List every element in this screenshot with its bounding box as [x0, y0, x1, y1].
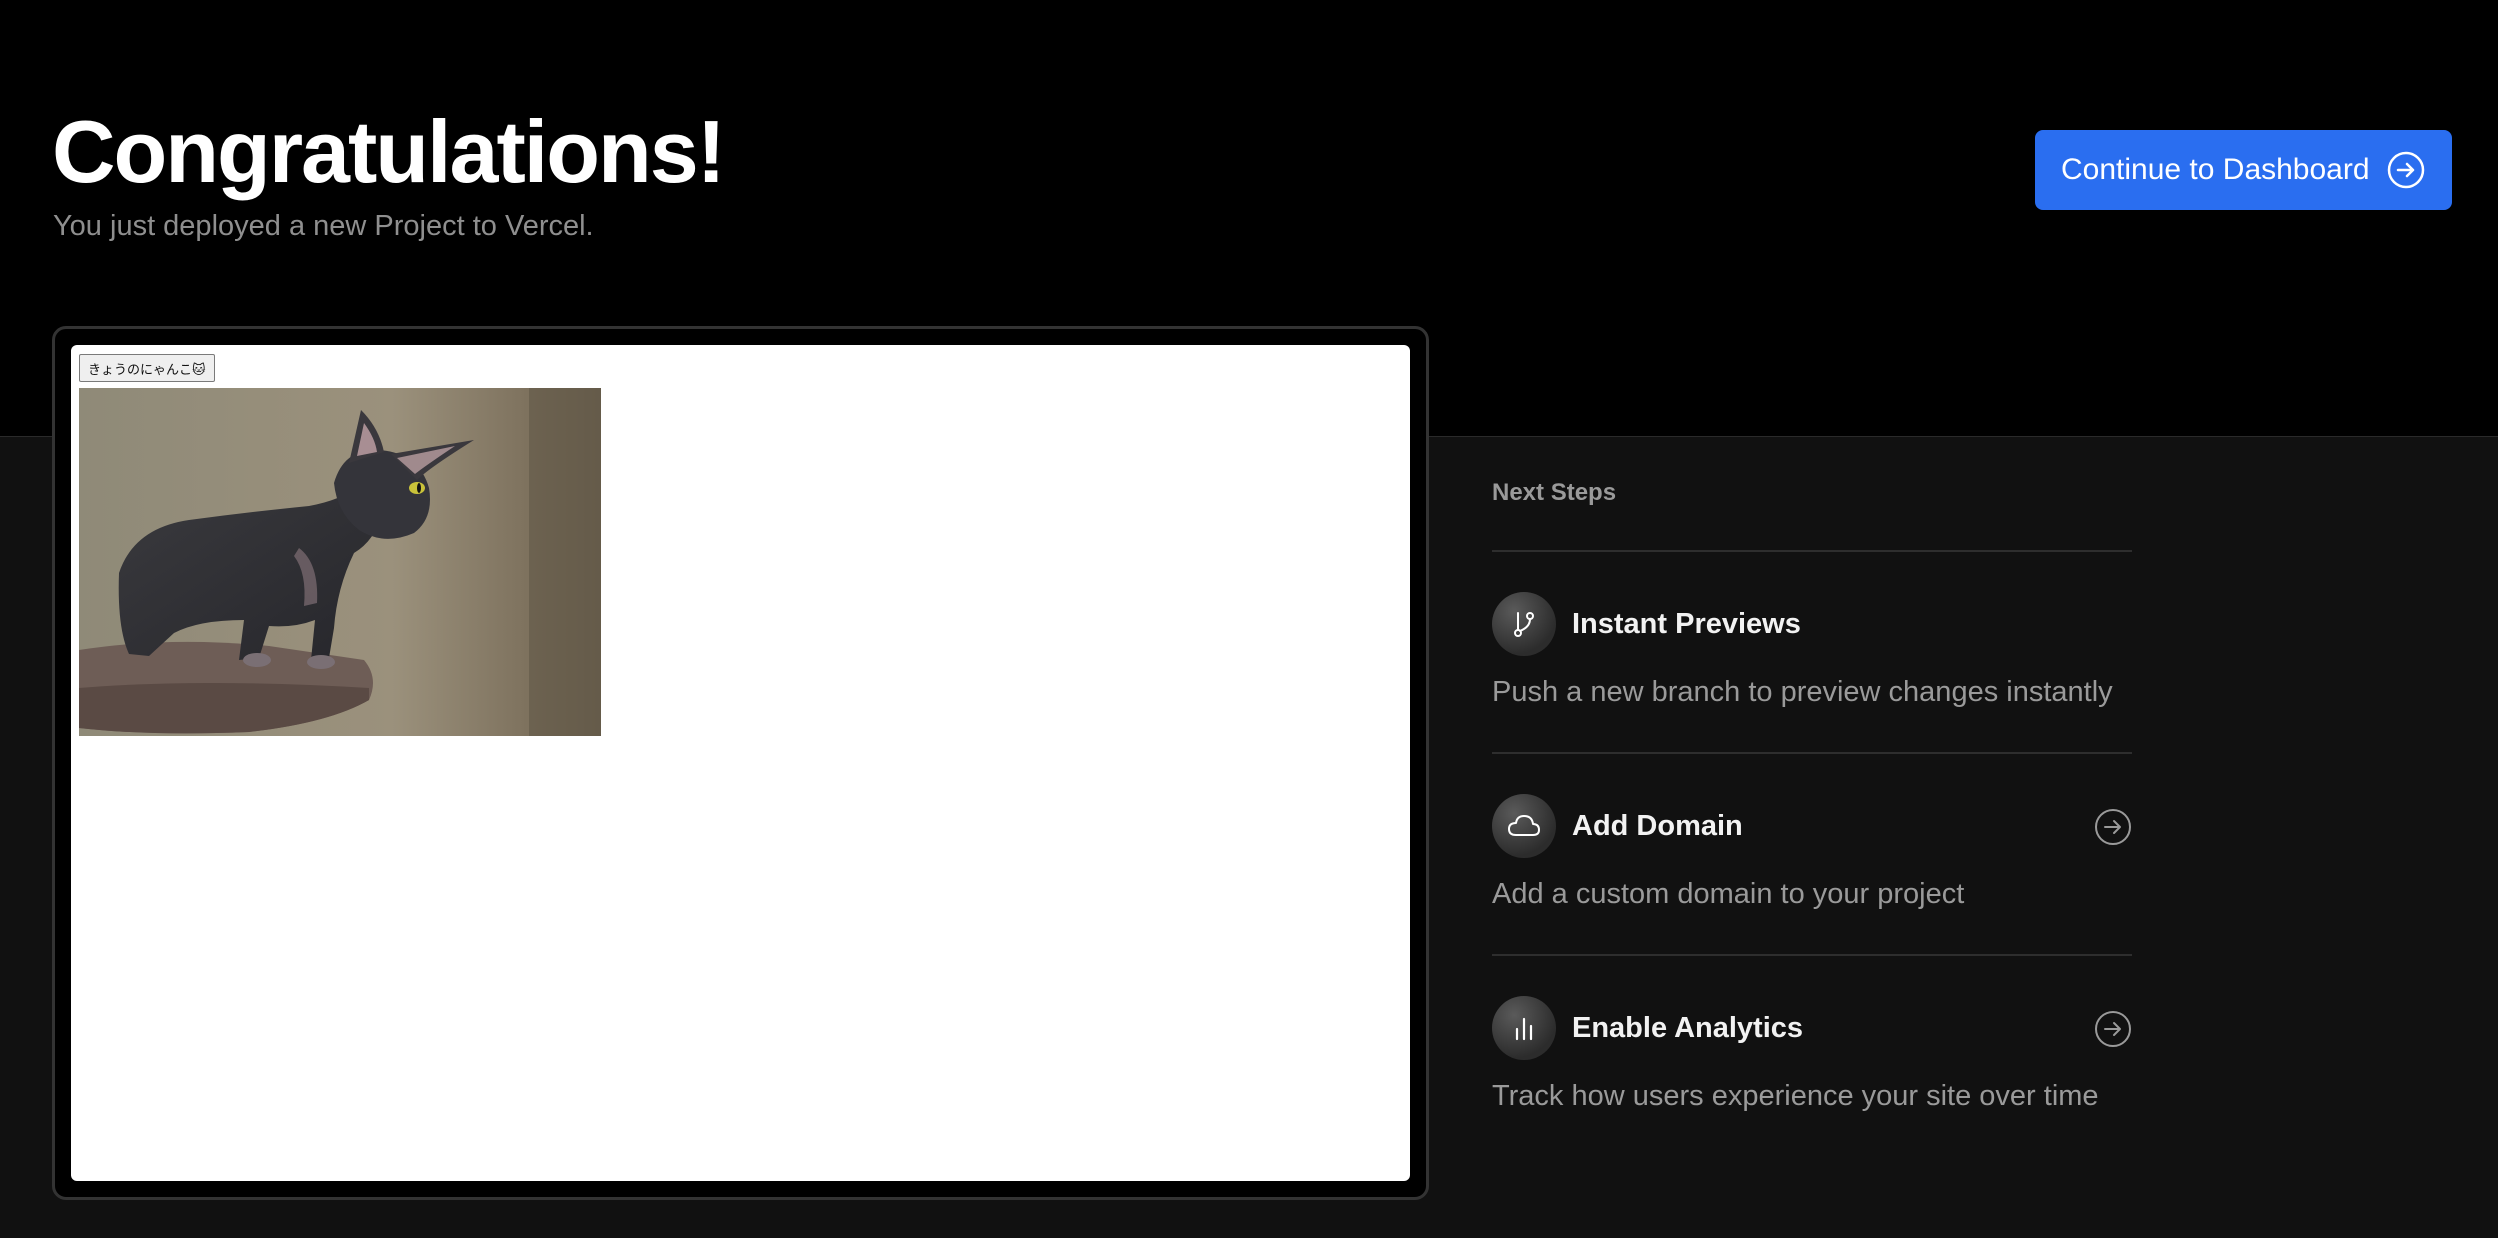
step-title: Instant Previews	[1572, 608, 1801, 640]
divider	[1492, 550, 2132, 552]
next-steps-heading: Next Steps	[1492, 479, 1617, 506]
step-instant-previews: Instant Previews Push a new branch to pr…	[1492, 592, 2132, 752]
continue-button-label: Continue to Dashboard	[2061, 153, 2370, 186]
deployment-preview-screen: きょうのにゃんこ🐱	[71, 345, 1410, 1181]
cat-photo	[79, 388, 601, 736]
divider	[1492, 752, 2132, 754]
page-subtitle: You just deployed a new Project to Verce…	[53, 210, 594, 242]
arrow-right-circle-icon	[2386, 150, 2426, 190]
step-description: Track how users experience your site ove…	[1492, 1080, 2099, 1112]
bar-chart-icon	[1492, 996, 1556, 1060]
continue-to-dashboard-button[interactable]: Continue to Dashboard	[2035, 130, 2452, 210]
step-title: Add Domain	[1572, 810, 1743, 842]
step-add-domain[interactable]: Add Domain Add a custom domain to your p…	[1492, 794, 2132, 954]
arrow-right-circle-icon[interactable]	[2094, 1010, 2132, 1048]
step-enable-analytics[interactable]: Enable Analytics Track how users experie…	[1492, 996, 2132, 1156]
arrow-right-circle-icon[interactable]	[2094, 808, 2132, 846]
cloud-icon	[1492, 794, 1556, 858]
step-description: Push a new branch to preview changes ins…	[1492, 676, 2113, 708]
git-branch-icon	[1492, 592, 1556, 656]
deployment-preview-frame: きょうのにゃんこ🐱	[52, 326, 1429, 1200]
divider	[1492, 954, 2132, 956]
step-description: Add a custom domain to your project	[1492, 878, 1965, 910]
step-title: Enable Analytics	[1572, 1012, 1804, 1044]
page-title: Congratulations!	[52, 102, 726, 201]
preview-cat-button[interactable]: きょうのにゃんこ🐱	[79, 354, 215, 382]
